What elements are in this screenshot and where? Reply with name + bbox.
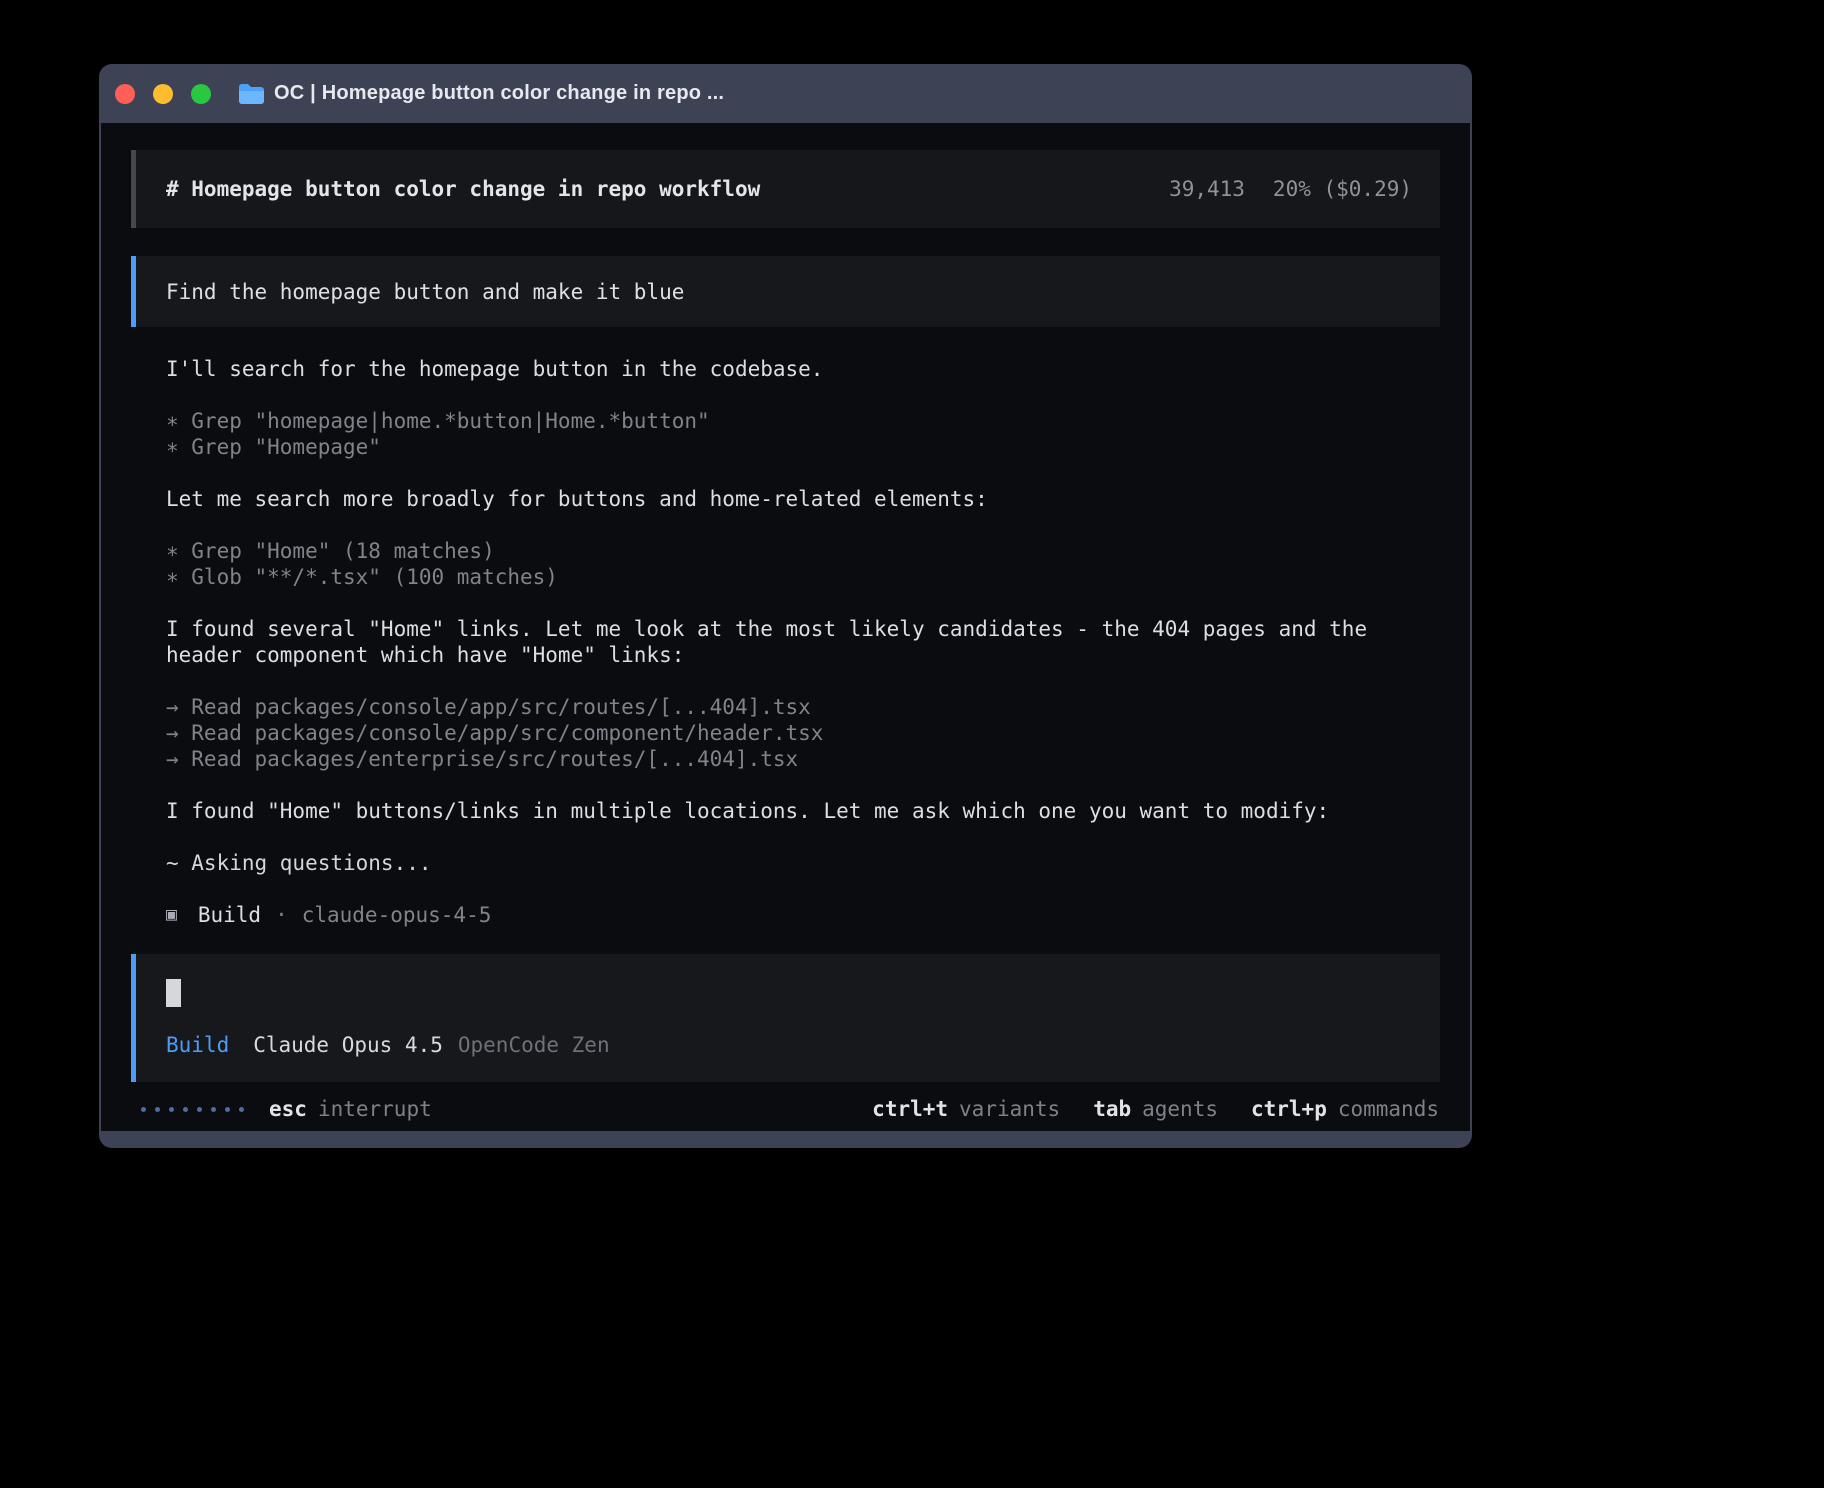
minimize-button[interactable] (153, 84, 173, 104)
agent-mode-icon: ▣ (166, 902, 177, 928)
status-message: ~ Asking questions... (166, 850, 1440, 876)
zoom-button[interactable] (191, 84, 211, 104)
shortcut-key: esc (269, 1096, 307, 1122)
tool-call-line: ∗ Grep "Homepage" (166, 434, 1440, 460)
tool-call-group: ∗ Grep "homepage|home.*button|Home.*butt… (166, 408, 1440, 460)
tool-call-line: ∗ Grep "homepage|home.*button|Home.*butt… (166, 408, 1440, 434)
titlebar[interactable]: OC | Homepage button color change in rep… (101, 64, 1470, 123)
spinner-dots (141, 1107, 244, 1112)
status-bar: esc interrupt ctrl+t variants tab agents… (131, 1096, 1440, 1122)
status-line: ~ Asking questions... (166, 850, 1440, 876)
input-provider-label: OpenCode Zen (458, 1032, 610, 1058)
shortcut-label: variants (959, 1096, 1060, 1122)
assistant-message: I found "Home" buttons/links in multiple… (166, 798, 1440, 824)
tool-call-group: → Read packages/console/app/src/routes/[… (166, 694, 1440, 772)
agent-status-row: ▣ Build · claude-opus-4-5 (166, 902, 1440, 928)
tool-call-line: ∗ Grep "Home" (18 matches) (166, 538, 1440, 564)
assistant-line: I found several "Home" links. Let me loo… (166, 616, 1440, 642)
window-title: OC | Homepage button color change in rep… (274, 82, 724, 105)
shortcut-label: commands (1338, 1096, 1439, 1122)
terminal-window: OC | Homepage button color change in rep… (99, 64, 1472, 1148)
tool-call-line: → Read packages/enterprise/src/routes/[.… (166, 746, 1440, 772)
shortcut-key: tab (1093, 1096, 1131, 1122)
context-usage: 20% ($0.29) (1273, 176, 1412, 202)
shortcut-agents[interactable]: tab agents (1093, 1096, 1218, 1122)
assistant-line: Let me search more broadly for buttons a… (166, 486, 1440, 512)
terminal-content: # Homepage button color change in repo w… (101, 123, 1470, 1131)
shortcut-label: agents (1142, 1096, 1218, 1122)
folder-icon (238, 83, 265, 105)
shortcut-interrupt[interactable]: esc interrupt (269, 1096, 432, 1122)
tool-call-line: ∗ Glob "**/*.tsx" (100 matches) (166, 564, 1440, 590)
assistant-line: I'll search for the homepage button in t… (166, 356, 1440, 382)
text-cursor (166, 979, 181, 1007)
assistant-message: Let me search more broadly for buttons a… (166, 486, 1440, 512)
agent-model: claude-opus-4-5 (302, 902, 492, 928)
tool-call-line: → Read packages/console/app/src/componen… (166, 720, 1440, 746)
separator-dot: · (275, 902, 288, 928)
close-button[interactable] (115, 84, 135, 104)
tool-call-group: ∗ Grep "Home" (18 matches) ∗ Glob "**/*.… (166, 538, 1440, 590)
input-meta-row: Build Claude Opus 4.5 OpenCode Zen (166, 1032, 1440, 1058)
shortcut-list: ctrl+t variants tab agents ctrl+p comman… (872, 1096, 1439, 1122)
tool-call-line: → Read packages/console/app/src/routes/[… (166, 694, 1440, 720)
traffic-lights (115, 84, 211, 104)
prompt-input[interactable]: Build Claude Opus 4.5 OpenCode Zen (131, 954, 1440, 1082)
agent-name: Build (198, 902, 261, 928)
user-message-text: Find the homepage button and make it blu… (166, 279, 684, 305)
conversation: I'll search for the homepage button in t… (131, 356, 1440, 928)
token-count: 39,413 (1169, 176, 1245, 202)
assistant-line: header component which have "Home" links… (166, 642, 1440, 668)
shortcut-label: interrupt (318, 1096, 432, 1122)
session-header: # Homepage button color change in repo w… (131, 150, 1440, 228)
assistant-line: I found "Home" buttons/links in multiple… (166, 798, 1440, 824)
shortcut-key: ctrl+t (872, 1096, 948, 1122)
shortcut-variants[interactable]: ctrl+t variants (872, 1096, 1060, 1122)
assistant-message: I'll search for the homepage button in t… (166, 356, 1440, 382)
shortcut-commands[interactable]: ctrl+p commands (1251, 1096, 1439, 1122)
assistant-message: I found several "Home" links. Let me loo… (166, 616, 1440, 668)
input-mode-label[interactable]: Build (166, 1032, 229, 1058)
shortcut-key: ctrl+p (1251, 1096, 1327, 1122)
session-meta: 39,413 20% ($0.29) (1169, 176, 1412, 202)
session-title: # Homepage button color change in repo w… (166, 176, 760, 202)
input-model-label[interactable]: Claude Opus 4.5 (253, 1032, 443, 1058)
user-message: Find the homepage button and make it blu… (131, 256, 1440, 327)
